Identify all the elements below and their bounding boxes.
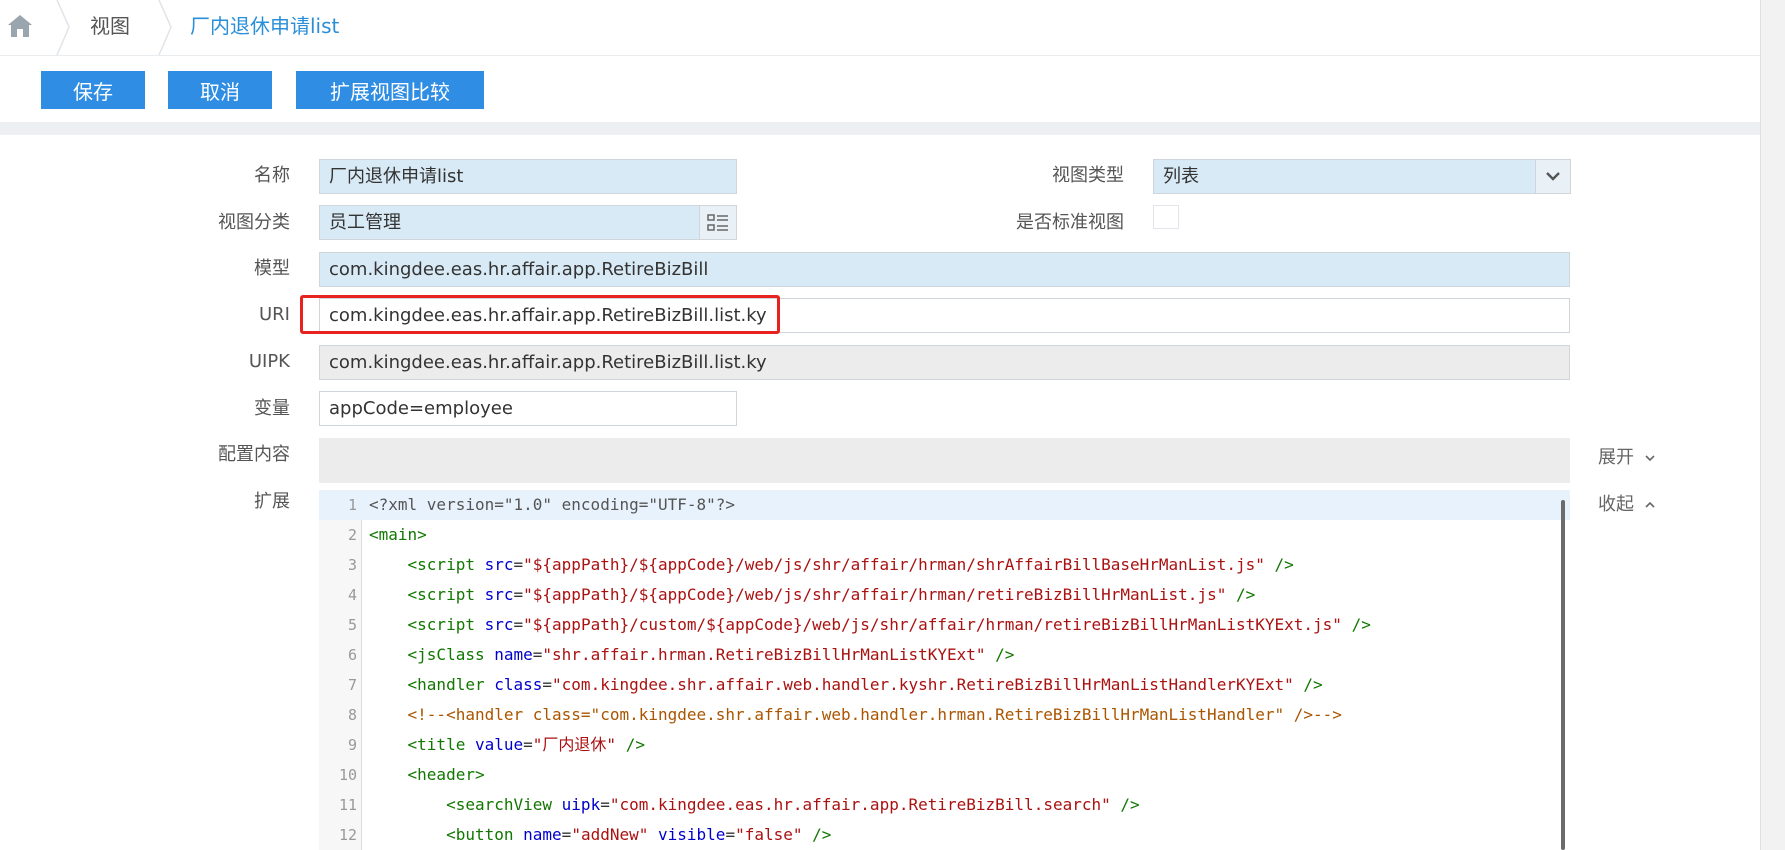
code-line[interactable]: 4 <script src="${appPath}/${appCode}/web…: [319, 580, 1570, 610]
code-line[interactable]: 10 <header>: [319, 760, 1570, 790]
save-button[interactable]: 保存: [41, 71, 145, 109]
chevron-up-icon: [1645, 501, 1655, 508]
line-number: 7: [347, 676, 357, 694]
expand-label: 展开: [1598, 447, 1634, 468]
code-line[interactable]: 2 <main>: [319, 520, 1570, 550]
breadcrumb-separator: [56, 0, 70, 55]
code-text: <script src="${appPath}/${appCode}/web/j…: [407, 555, 1294, 574]
code-line[interactable]: 9 <title value="厂内退休" />: [319, 730, 1570, 760]
view-type-label: 视图类型: [1052, 165, 1124, 186]
code-text: <handler class="com.kingdee.shr.affair.w…: [407, 675, 1323, 694]
code-text: <header>: [407, 765, 485, 784]
editor-scrollbar[interactable]: [1561, 500, 1565, 850]
category-picker[interactable]: 员工管理: [319, 205, 737, 240]
code-line[interactable]: 7 <handler class="com.kingdee.shr.affair…: [319, 670, 1570, 700]
uri-input[interactable]: com.kingdee.eas.hr.affair.app.RetireBizB…: [319, 298, 1570, 333]
config-content-panel[interactable]: [319, 438, 1570, 483]
code-editor[interactable]: 1 <?xml version="1.0" encoding="UTF-8"?> 2…: [319, 490, 1570, 850]
code-line[interactable]: 8 <!--<handler class="com.kingdee.shr.af…: [319, 700, 1570, 730]
is-standard-view-label: 是否标准视图: [1016, 212, 1124, 233]
line-number: 5: [347, 616, 357, 634]
home-icon[interactable]: [6, 12, 34, 40]
view-type-value: 列表: [1163, 166, 1199, 187]
category-label: 视图分类: [218, 212, 290, 233]
code-text: <button name="addNew" visible="false" />: [446, 825, 832, 844]
uipk-input: com.kingdee.eas.hr.affair.app.RetireBizB…: [319, 345, 1570, 380]
toolbar: 保存 取消 扩展视图比较: [0, 56, 1760, 122]
breadcrumb-current: 厂内退休申请list: [190, 14, 340, 38]
line-number: 3: [347, 556, 357, 574]
collapse-toggle[interactable]: 收起: [1598, 490, 1656, 516]
category-value: 员工管理: [329, 212, 401, 233]
compare-extended-view-button[interactable]: 扩展视图比较: [296, 71, 484, 109]
cancel-button[interactable]: 取消: [168, 71, 272, 109]
model-input[interactable]: com.kingdee.eas.hr.affair.app.RetireBizB…: [319, 252, 1570, 287]
section-divider: [0, 122, 1760, 135]
is-standard-view-checkbox[interactable]: [1153, 205, 1179, 229]
line-number: 6: [347, 646, 357, 664]
line-number: 4: [347, 586, 357, 604]
uri-label: URI: [259, 304, 290, 325]
code-text: <!--<handler class="com.kingdee.shr.affa…: [407, 705, 1342, 724]
code-text: <title value="厂内退休" />: [407, 735, 645, 754]
view-editor-page: 视图 厂内退休申请list 保存 取消 扩展视图比较 名称 厂内退休申请list…: [0, 0, 1760, 850]
code-text: <?xml version="1.0" encoding="UTF-8"?>: [369, 495, 736, 514]
name-label: 名称: [254, 165, 290, 186]
code-text: <script src="${appPath}/custom/${appCode…: [407, 615, 1371, 634]
line-number: 9: [347, 736, 357, 754]
variable-input[interactable]: appCode=employee: [319, 391, 737, 426]
code-text: <main>: [369, 525, 427, 544]
view-type-select[interactable]: 列表: [1153, 159, 1571, 194]
code-text: <script src="${appPath}/${appCode}/web/j…: [407, 585, 1256, 604]
line-number: 1: [347, 496, 357, 514]
breadcrumb-view[interactable]: 视图: [90, 13, 130, 39]
page-scrollbar[interactable]: [1760, 0, 1785, 850]
code-line[interactable]: 12 <button name="addNew" visible="false"…: [319, 820, 1570, 850]
code-line[interactable]: 3 <script src="${appPath}/${appCode}/web…: [319, 550, 1570, 580]
line-number: 12: [338, 826, 357, 844]
code-line[interactable]: 6 <jsClass name="shr.affair.hrman.Retire…: [319, 640, 1570, 670]
collapse-label: 收起: [1598, 494, 1634, 515]
code-text: <jsClass name="shr.affair.hrman.RetireBi…: [407, 645, 1015, 664]
line-number: 2: [347, 526, 357, 544]
variable-label: 变量: [254, 398, 290, 419]
breadcrumb: 视图 厂内退休申请list: [0, 0, 1760, 56]
code-line[interactable]: 1 <?xml version="1.0" encoding="UTF-8"?>: [319, 490, 1570, 520]
line-number: 11: [338, 796, 357, 814]
code-lines: 1 <?xml version="1.0" encoding="UTF-8"?> 2…: [319, 490, 1570, 850]
model-label: 模型: [254, 258, 290, 279]
line-number: 8: [347, 706, 357, 724]
code-line[interactable]: 5 <script src="${appPath}/custom/${appCo…: [319, 610, 1570, 640]
code-line[interactable]: 11 <searchView uipk="com.kingdee.eas.hr.…: [319, 790, 1570, 820]
extension-label: 扩展: [254, 491, 290, 512]
chevron-down-icon[interactable]: [1535, 160, 1570, 193]
uipk-label: UIPK: [248, 351, 290, 372]
list-picker-icon[interactable]: [699, 206, 736, 239]
config-content-label: 配置内容: [218, 444, 290, 465]
code-text: <searchView uipk="com.kingdee.eas.hr.aff…: [446, 795, 1140, 814]
line-number: 10: [338, 766, 357, 784]
name-input[interactable]: 厂内退休申请list: [319, 159, 737, 194]
breadcrumb-separator: [158, 0, 172, 55]
chevron-down-icon: [1645, 455, 1655, 462]
expand-toggle[interactable]: 展开: [1598, 443, 1656, 469]
